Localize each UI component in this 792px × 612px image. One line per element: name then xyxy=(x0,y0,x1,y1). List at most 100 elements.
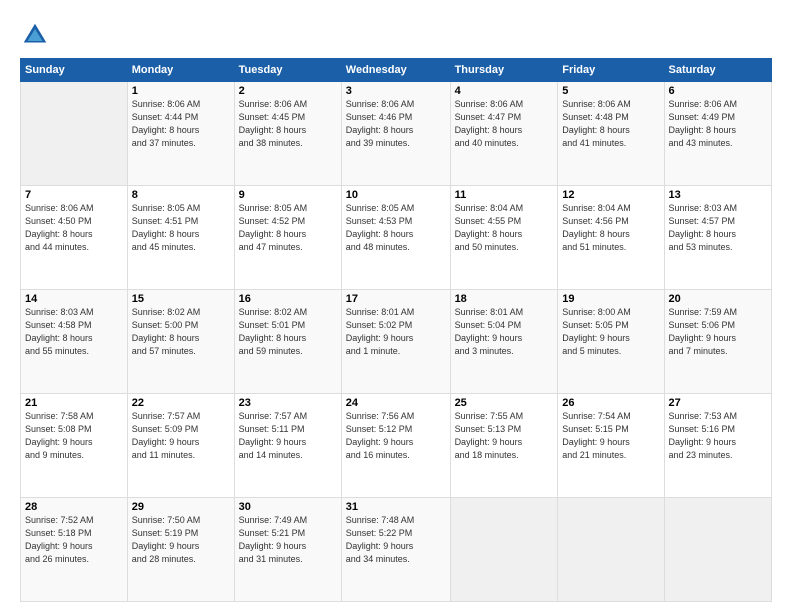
day-cell: 9Sunrise: 8:05 AM Sunset: 4:52 PM Daylig… xyxy=(234,186,341,290)
day-info: Sunrise: 7:56 AM Sunset: 5:12 PM Dayligh… xyxy=(346,410,446,462)
day-number: 1 xyxy=(132,85,230,97)
day-cell xyxy=(450,498,558,602)
day-info: Sunrise: 8:05 AM Sunset: 4:52 PM Dayligh… xyxy=(239,202,337,254)
day-info: Sunrise: 7:57 AM Sunset: 5:09 PM Dayligh… xyxy=(132,410,230,462)
week-row-1: 7Sunrise: 8:06 AM Sunset: 4:50 PM Daylig… xyxy=(21,186,772,290)
day-info: Sunrise: 7:58 AM Sunset: 5:08 PM Dayligh… xyxy=(25,410,123,462)
day-cell: 24Sunrise: 7:56 AM Sunset: 5:12 PM Dayli… xyxy=(341,394,450,498)
calendar-header: SundayMondayTuesdayWednesdayThursdayFrid… xyxy=(21,59,772,82)
page: SundayMondayTuesdayWednesdayThursdayFrid… xyxy=(0,0,792,612)
day-number: 4 xyxy=(455,85,554,97)
day-number: 15 xyxy=(132,293,230,305)
week-row-3: 21Sunrise: 7:58 AM Sunset: 5:08 PM Dayli… xyxy=(21,394,772,498)
week-row-4: 28Sunrise: 7:52 AM Sunset: 5:18 PM Dayli… xyxy=(21,498,772,602)
day-info: Sunrise: 8:01 AM Sunset: 5:02 PM Dayligh… xyxy=(346,306,446,358)
day-info: Sunrise: 7:53 AM Sunset: 5:16 PM Dayligh… xyxy=(669,410,767,462)
header-cell-friday: Friday xyxy=(558,59,664,82)
day-info: Sunrise: 8:06 AM Sunset: 4:48 PM Dayligh… xyxy=(562,98,659,150)
day-cell: 19Sunrise: 8:00 AM Sunset: 5:05 PM Dayli… xyxy=(558,290,664,394)
day-number: 20 xyxy=(669,293,767,305)
day-number: 25 xyxy=(455,397,554,409)
day-info: Sunrise: 7:49 AM Sunset: 5:21 PM Dayligh… xyxy=(239,514,337,566)
header-row: SundayMondayTuesdayWednesdayThursdayFrid… xyxy=(21,59,772,82)
day-number: 30 xyxy=(239,501,337,513)
day-cell: 2Sunrise: 8:06 AM Sunset: 4:45 PM Daylig… xyxy=(234,82,341,186)
day-cell: 6Sunrise: 8:06 AM Sunset: 4:49 PM Daylig… xyxy=(664,82,771,186)
day-cell: 28Sunrise: 7:52 AM Sunset: 5:18 PM Dayli… xyxy=(21,498,128,602)
day-info: Sunrise: 8:04 AM Sunset: 4:55 PM Dayligh… xyxy=(455,202,554,254)
day-number: 16 xyxy=(239,293,337,305)
week-row-2: 14Sunrise: 8:03 AM Sunset: 4:58 PM Dayli… xyxy=(21,290,772,394)
day-number: 3 xyxy=(346,85,446,97)
day-cell: 29Sunrise: 7:50 AM Sunset: 5:19 PM Dayli… xyxy=(127,498,234,602)
day-number: 11 xyxy=(455,189,554,201)
day-number: 6 xyxy=(669,85,767,97)
day-number: 24 xyxy=(346,397,446,409)
day-info: Sunrise: 7:59 AM Sunset: 5:06 PM Dayligh… xyxy=(669,306,767,358)
day-cell: 20Sunrise: 7:59 AM Sunset: 5:06 PM Dayli… xyxy=(664,290,771,394)
day-info: Sunrise: 8:01 AM Sunset: 5:04 PM Dayligh… xyxy=(455,306,554,358)
day-info: Sunrise: 8:06 AM Sunset: 4:46 PM Dayligh… xyxy=(346,98,446,150)
day-info: Sunrise: 8:03 AM Sunset: 4:58 PM Dayligh… xyxy=(25,306,123,358)
header-cell-saturday: Saturday xyxy=(664,59,771,82)
day-cell: 22Sunrise: 7:57 AM Sunset: 5:09 PM Dayli… xyxy=(127,394,234,498)
logo-icon xyxy=(20,20,50,50)
day-number: 31 xyxy=(346,501,446,513)
header-cell-tuesday: Tuesday xyxy=(234,59,341,82)
day-info: Sunrise: 8:06 AM Sunset: 4:50 PM Dayligh… xyxy=(25,202,123,254)
day-cell xyxy=(558,498,664,602)
day-number: 21 xyxy=(25,397,123,409)
day-cell: 10Sunrise: 8:05 AM Sunset: 4:53 PM Dayli… xyxy=(341,186,450,290)
day-cell xyxy=(664,498,771,602)
day-cell: 1Sunrise: 8:06 AM Sunset: 4:44 PM Daylig… xyxy=(127,82,234,186)
day-number: 8 xyxy=(132,189,230,201)
day-info: Sunrise: 7:54 AM Sunset: 5:15 PM Dayligh… xyxy=(562,410,659,462)
day-cell: 5Sunrise: 8:06 AM Sunset: 4:48 PM Daylig… xyxy=(558,82,664,186)
day-cell: 14Sunrise: 8:03 AM Sunset: 4:58 PM Dayli… xyxy=(21,290,128,394)
calendar-body: 1Sunrise: 8:06 AM Sunset: 4:44 PM Daylig… xyxy=(21,82,772,602)
day-cell xyxy=(21,82,128,186)
day-cell: 18Sunrise: 8:01 AM Sunset: 5:04 PM Dayli… xyxy=(450,290,558,394)
day-number: 17 xyxy=(346,293,446,305)
day-number: 10 xyxy=(346,189,446,201)
logo xyxy=(20,20,54,50)
header-cell-monday: Monday xyxy=(127,59,234,82)
day-number: 23 xyxy=(239,397,337,409)
day-number: 7 xyxy=(25,189,123,201)
day-info: Sunrise: 8:05 AM Sunset: 4:53 PM Dayligh… xyxy=(346,202,446,254)
day-info: Sunrise: 7:55 AM Sunset: 5:13 PM Dayligh… xyxy=(455,410,554,462)
day-cell: 4Sunrise: 8:06 AM Sunset: 4:47 PM Daylig… xyxy=(450,82,558,186)
day-cell: 8Sunrise: 8:05 AM Sunset: 4:51 PM Daylig… xyxy=(127,186,234,290)
day-number: 18 xyxy=(455,293,554,305)
day-info: Sunrise: 7:50 AM Sunset: 5:19 PM Dayligh… xyxy=(132,514,230,566)
day-cell: 25Sunrise: 7:55 AM Sunset: 5:13 PM Dayli… xyxy=(450,394,558,498)
day-info: Sunrise: 8:02 AM Sunset: 5:01 PM Dayligh… xyxy=(239,306,337,358)
day-cell: 17Sunrise: 8:01 AM Sunset: 5:02 PM Dayli… xyxy=(341,290,450,394)
day-cell: 31Sunrise: 7:48 AM Sunset: 5:22 PM Dayli… xyxy=(341,498,450,602)
day-number: 28 xyxy=(25,501,123,513)
day-info: Sunrise: 7:57 AM Sunset: 5:11 PM Dayligh… xyxy=(239,410,337,462)
day-number: 12 xyxy=(562,189,659,201)
day-info: Sunrise: 7:52 AM Sunset: 5:18 PM Dayligh… xyxy=(25,514,123,566)
day-number: 13 xyxy=(669,189,767,201)
day-cell: 12Sunrise: 8:04 AM Sunset: 4:56 PM Dayli… xyxy=(558,186,664,290)
header-cell-thursday: Thursday xyxy=(450,59,558,82)
day-info: Sunrise: 8:02 AM Sunset: 5:00 PM Dayligh… xyxy=(132,306,230,358)
day-info: Sunrise: 8:03 AM Sunset: 4:57 PM Dayligh… xyxy=(669,202,767,254)
day-info: Sunrise: 8:06 AM Sunset: 4:44 PM Dayligh… xyxy=(132,98,230,150)
day-number: 2 xyxy=(239,85,337,97)
header-cell-sunday: Sunday xyxy=(21,59,128,82)
day-cell: 11Sunrise: 8:04 AM Sunset: 4:55 PM Dayli… xyxy=(450,186,558,290)
day-cell: 21Sunrise: 7:58 AM Sunset: 5:08 PM Dayli… xyxy=(21,394,128,498)
day-info: Sunrise: 8:06 AM Sunset: 4:47 PM Dayligh… xyxy=(455,98,554,150)
day-number: 5 xyxy=(562,85,659,97)
day-number: 9 xyxy=(239,189,337,201)
day-number: 19 xyxy=(562,293,659,305)
week-row-0: 1Sunrise: 8:06 AM Sunset: 4:44 PM Daylig… xyxy=(21,82,772,186)
day-cell: 7Sunrise: 8:06 AM Sunset: 4:50 PM Daylig… xyxy=(21,186,128,290)
day-number: 29 xyxy=(132,501,230,513)
day-cell: 30Sunrise: 7:49 AM Sunset: 5:21 PM Dayli… xyxy=(234,498,341,602)
day-info: Sunrise: 8:06 AM Sunset: 4:49 PM Dayligh… xyxy=(669,98,767,150)
day-info: Sunrise: 8:06 AM Sunset: 4:45 PM Dayligh… xyxy=(239,98,337,150)
day-cell: 23Sunrise: 7:57 AM Sunset: 5:11 PM Dayli… xyxy=(234,394,341,498)
